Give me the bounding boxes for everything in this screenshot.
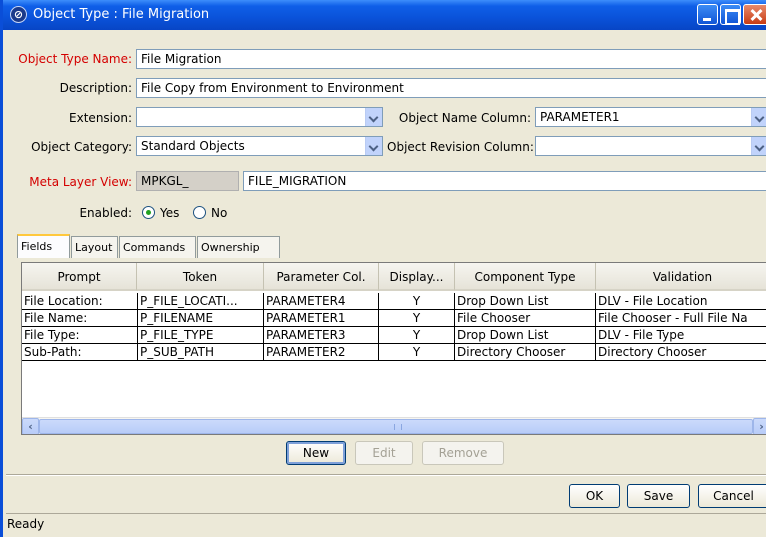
meta-layer-view-label: Meta Layer View: <box>29 175 132 189</box>
table-cell[interactable]: Directory Chooser <box>596 344 766 361</box>
scroll-right-icon[interactable]: › <box>753 418 766 434</box>
tab-fields[interactable]: Fields <box>17 234 70 258</box>
minimize-button[interactable] <box>697 4 718 25</box>
table-cell[interactable]: Drop Down List <box>455 293 596 310</box>
scrollbar-thumb[interactable] <box>39 419 753 434</box>
new-button[interactable]: New <box>286 441 346 465</box>
extension-select[interactable] <box>136 107 383 127</box>
title-bar[interactable]: ⊘ Object Type : File Migration <box>3 0 766 30</box>
object-name-column-label: Object Name Column: <box>398 111 531 125</box>
object-name-column-value: PARAMETER1 <box>540 110 620 124</box>
table-cell[interactable]: File Chooser - Full File Na <box>596 310 766 327</box>
object-category-value: Standard Objects <box>141 139 245 153</box>
description-field[interactable]: File Copy from Environment to Environmen… <box>136 78 766 98</box>
enabled-yes-radio[interactable] <box>142 206 155 219</box>
maximize-button[interactable] <box>720 4 741 25</box>
object-type-name-label: Object Type Name: <box>18 52 132 66</box>
meta-layer-prefix: MPKGL_ <box>136 171 239 191</box>
object-name-column-select[interactable]: PARAMETER1 <box>535 107 766 127</box>
enabled-no-label[interactable]: No <box>211 206 227 220</box>
table-cell[interactable]: PARAMETER1 <box>264 310 379 327</box>
table-cell[interactable]: Directory Chooser <box>455 344 596 361</box>
edit-button[interactable]: Edit <box>355 441 413 465</box>
object-revision-column-label: Object Revision Column: <box>387 140 534 154</box>
table-cell[interactable]: Y <box>379 293 455 310</box>
table-cell[interactable]: PARAMETER4 <box>264 293 379 310</box>
table-cell[interactable]: File Type: <box>22 327 138 344</box>
meta-layer-view-field[interactable]: FILE_MIGRATION <box>243 171 766 191</box>
enabled-no-radio[interactable] <box>193 206 206 219</box>
table-cell[interactable]: P_FILENAME <box>138 310 264 327</box>
grip-icon <box>394 424 402 430</box>
table-cell[interactable]: File Location: <box>22 293 138 310</box>
column-header-token[interactable]: Token <box>137 263 264 291</box>
object-revision-column-select[interactable] <box>535 136 766 156</box>
divider <box>6 513 766 514</box>
remove-button[interactable]: Remove <box>422 441 504 465</box>
dialog-window: ⊘ Object Type : File Migration Object Ty… <box>0 0 766 537</box>
table-cell[interactable]: PARAMETER2 <box>264 344 379 361</box>
chevron-down-icon[interactable] <box>365 137 382 155</box>
table-cell[interactable]: DLV - File Type <box>596 327 766 344</box>
chevron-down-icon[interactable] <box>365 108 382 126</box>
column-header-display[interactable]: Display... <box>379 263 455 291</box>
status-bar-text: Ready <box>7 517 45 531</box>
table-cell[interactable]: File Name: <box>22 310 138 327</box>
table-cell[interactable]: Sub-Path: <box>22 344 138 361</box>
tab-layout[interactable]: Layout <box>71 236 118 258</box>
save-button[interactable]: Save <box>627 484 690 508</box>
ok-button[interactable]: OK <box>569 484 620 508</box>
object-type-name-field[interactable]: File Migration <box>136 49 766 69</box>
enabled-label: Enabled: <box>79 206 132 220</box>
close-button[interactable] <box>743 4 766 25</box>
column-header-validation[interactable]: Validation <box>596 263 766 291</box>
table-cell[interactable]: P_FILE_TYPE <box>138 327 264 344</box>
extension-label: Extension: <box>69 111 132 125</box>
app-logo-icon: ⊘ <box>10 6 27 23</box>
table-cell[interactable]: Y <box>379 344 455 361</box>
tab-ownership[interactable]: Ownership <box>197 236 280 258</box>
description-label: Description: <box>59 81 132 95</box>
table-cell[interactable]: DLV - File Location <box>596 293 766 310</box>
object-category-label: Object Category: <box>31 140 132 154</box>
enabled-yes-label[interactable]: Yes <box>160 206 179 220</box>
table-cell[interactable]: PARAMETER3 <box>264 327 379 344</box>
object-category-select[interactable]: Standard Objects <box>136 136 383 156</box>
column-header-component-type[interactable]: Component Type <box>455 263 596 291</box>
table-cell[interactable]: File Chooser <box>455 310 596 327</box>
table-cell[interactable]: Drop Down List <box>455 327 596 344</box>
scroll-left-icon[interactable]: ‹ <box>22 418 39 434</box>
tab-commands[interactable]: Commands <box>119 236 196 258</box>
table-cell[interactable]: Y <box>379 310 455 327</box>
table-cell[interactable]: P_SUB_PATH <box>138 344 264 361</box>
column-header-parameter-col[interactable]: Parameter Col. <box>264 263 379 291</box>
chevron-down-icon[interactable] <box>751 137 766 155</box>
column-header-prompt[interactable]: Prompt <box>22 263 137 291</box>
chevron-down-icon[interactable] <box>751 108 766 126</box>
table-cell[interactable]: Y <box>379 327 455 344</box>
fields-table: Prompt Token Parameter Col. Display... C… <box>21 262 766 435</box>
window-title: Object Type : File Migration <box>33 7 210 22</box>
cancel-button[interactable]: Cancel <box>698 484 766 508</box>
table-cell[interactable]: P_FILE_LOCATI... <box>138 293 264 310</box>
divider <box>6 475 766 476</box>
horizontal-scrollbar[interactable]: ‹ › <box>22 417 766 434</box>
